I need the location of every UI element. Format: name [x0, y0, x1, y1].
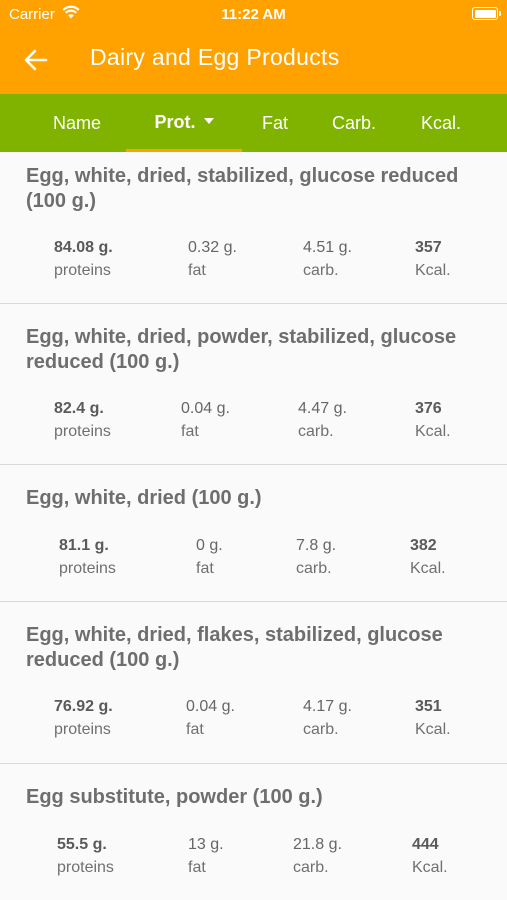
tab-carb[interactable]: Carb.	[322, 94, 386, 152]
list-item[interactable]: Egg, white, dried (100 g.) 81.1 g. prote…	[0, 465, 507, 602]
carb-label: carb.	[296, 560, 332, 577]
status-bar: Carrier 11:22 AM	[0, 0, 507, 28]
proteins-label: proteins	[57, 859, 114, 876]
kcal-value: 351	[415, 698, 442, 715]
tab-fat[interactable]: Fat	[254, 94, 296, 152]
proteins-label: proteins	[54, 721, 111, 738]
fat-label: fat	[188, 262, 206, 279]
sort-caret-icon	[203, 118, 214, 125]
status-time: 11:22 AM	[221, 6, 286, 23]
fat-label: fat	[196, 560, 214, 577]
kcal-label: Kcal.	[415, 721, 451, 738]
food-name: Egg, white, dried (100 g.)	[26, 487, 262, 509]
proteins-value: 55.5 g.	[57, 836, 107, 853]
carb-label: carb.	[293, 859, 329, 876]
fat-value: 13 g.	[188, 836, 224, 853]
carb-label: carb.	[303, 262, 339, 279]
carb-value: 21.8 g.	[293, 836, 342, 853]
kcal-label: Kcal.	[415, 423, 451, 440]
carb-label: carb.	[303, 721, 339, 738]
list-item[interactable]: Egg, white, dried, stabilized, glucose r…	[0, 152, 507, 304]
proteins-value: 81.1 g.	[59, 537, 109, 554]
carb-value: 7.8 g.	[296, 537, 337, 554]
list-item[interactable]: Egg substitute, powder (100 g.) 55.5 g. …	[0, 764, 507, 900]
kcal-value: 382	[410, 537, 437, 554]
carb-value: 4.47 g.	[298, 400, 347, 417]
kcal-value: 444	[412, 836, 439, 853]
list-item[interactable]: Egg, white, dried, powder, stabilized, g…	[0, 304, 507, 465]
fat-value: 0.32 g.	[188, 239, 237, 256]
back-arrow-icon[interactable]	[22, 46, 50, 74]
food-name: Egg, white, dried, stabilized, glucose r…	[26, 165, 459, 212]
carb-value: 4.51 g.	[303, 239, 352, 256]
food-list: Egg, white, dried, stabilized, glucose r…	[0, 152, 507, 900]
proteins-value: 82.4 g.	[54, 400, 104, 417]
battery-icon	[472, 7, 501, 20]
sort-tabs: Name Prot. Fat Carb. Kcal.	[0, 94, 507, 152]
app-bar: Carrier 11:22 AM Dairy and Egg Products	[0, 0, 507, 94]
list-item[interactable]: Egg, white, dried, flakes, stabilized, g…	[0, 602, 507, 764]
food-name: Egg, white, dried, flakes, stabilized, g…	[26, 624, 443, 671]
fat-value: 0.04 g.	[181, 400, 230, 417]
page-title: Dairy and Egg Products	[90, 44, 340, 70]
tab-name[interactable]: Name	[44, 94, 110, 152]
carb-value: 4.17 g.	[303, 698, 352, 715]
food-name: Egg substitute, powder (100 g.)	[26, 786, 323, 808]
proteins-label: proteins	[59, 560, 116, 577]
fat-label: fat	[181, 423, 199, 440]
fat-label: fat	[186, 721, 204, 738]
kcal-label: Kcal.	[415, 262, 451, 279]
proteins-label: proteins	[54, 423, 111, 440]
tab-proteins[interactable]: Prot.	[126, 94, 242, 152]
kcal-label: Kcal.	[412, 859, 448, 876]
kcal-value: 357	[415, 239, 442, 256]
proteins-value: 76.92 g.	[54, 698, 113, 715]
proteins-label: proteins	[54, 262, 111, 279]
fat-value: 0.04 g.	[186, 698, 235, 715]
kcal-value: 376	[415, 400, 442, 417]
fat-label: fat	[188, 859, 206, 876]
fat-value: 0 g.	[196, 537, 223, 554]
tab-proteins-label: Prot.	[154, 112, 196, 132]
kcal-label: Kcal.	[410, 560, 446, 577]
tab-kcal[interactable]: Kcal.	[402, 94, 480, 152]
carb-label: carb.	[298, 423, 334, 440]
proteins-value: 84.08 g.	[54, 239, 113, 256]
food-name: Egg, white, dried, powder, stabilized, g…	[26, 326, 457, 373]
